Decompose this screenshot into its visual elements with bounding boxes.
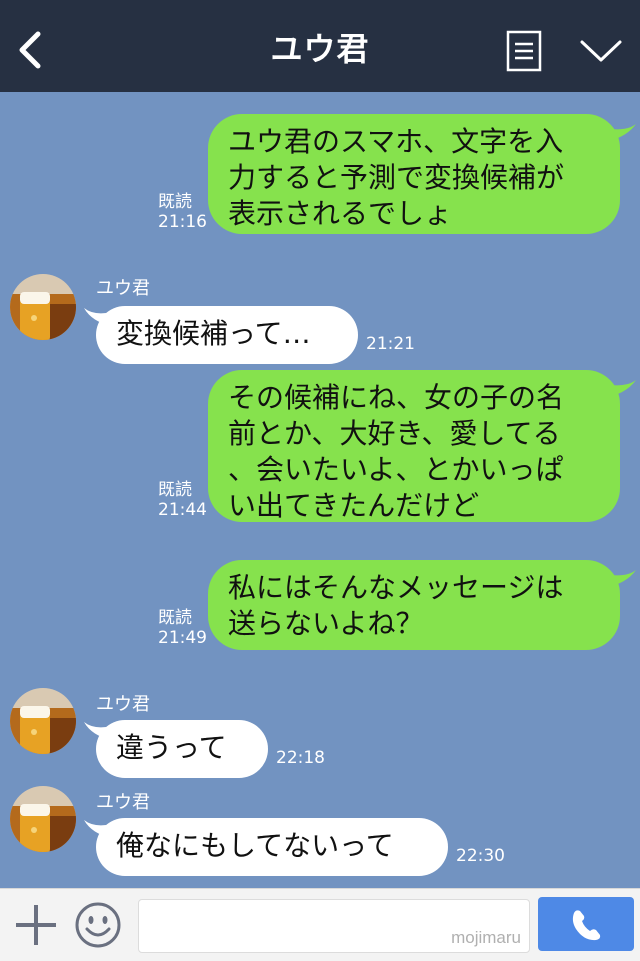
smile-icon[interactable]: [74, 901, 122, 949]
menu-icon[interactable]: [506, 30, 542, 72]
incoming-message[interactable]: 俺なにもしてないって: [96, 818, 448, 876]
message-time: 21:21: [366, 334, 415, 354]
message-time: 21:16: [158, 212, 207, 232]
read-receipt: 既読: [158, 192, 192, 212]
outgoing-message[interactable]: その候補にね、女の子の名 前とか、大好き、愛してる 、会いたいよ、とかいっぱ い…: [208, 370, 620, 522]
message-time: 21:49: [158, 628, 207, 648]
chat-area: 既読 21:16 ユウ君のスマホ、文字を入 力すると予測で変換候補が 表示される…: [0, 92, 640, 888]
sender-name: ユウ君: [96, 278, 150, 299]
phone-icon: [572, 910, 601, 941]
avatar[interactable]: [10, 786, 76, 852]
sender-name: ユウ君: [96, 792, 150, 813]
avatar[interactable]: [10, 274, 76, 340]
incoming-message[interactable]: 違うって: [96, 720, 268, 778]
message-time: 22:30: [456, 846, 505, 866]
avatar[interactable]: [10, 688, 76, 754]
call-button[interactable]: [538, 897, 634, 951]
plus-icon[interactable]: [14, 903, 58, 947]
message-meta: 既読 21:44: [158, 480, 207, 520]
chevron-down-icon[interactable]: [578, 36, 624, 66]
read-receipt: 既読: [158, 480, 192, 500]
input-bar: mojimaru: [0, 888, 640, 961]
message-input[interactable]: mojimaru: [138, 899, 530, 953]
outgoing-message[interactable]: 私にはそんなメッセージは 送らないよね？: [208, 560, 620, 650]
message-meta: 既読 21:16: [158, 192, 207, 232]
message-time: 21:44: [158, 500, 207, 520]
sender-name: ユウ君: [96, 694, 150, 715]
message-time: 22:18: [276, 748, 325, 768]
chat-header: ユウ君: [0, 0, 640, 92]
chat-title: ユウ君: [270, 30, 370, 68]
read-receipt: 既読: [158, 608, 192, 628]
outgoing-message[interactable]: ユウ君のスマホ、文字を入 力すると予測で変換候補が 表示されるでしょ: [208, 114, 620, 234]
message-meta: 既読 21:49: [158, 608, 207, 648]
incoming-message[interactable]: 変換候補って…: [96, 306, 358, 364]
watermark: mojimaru: [451, 928, 521, 947]
